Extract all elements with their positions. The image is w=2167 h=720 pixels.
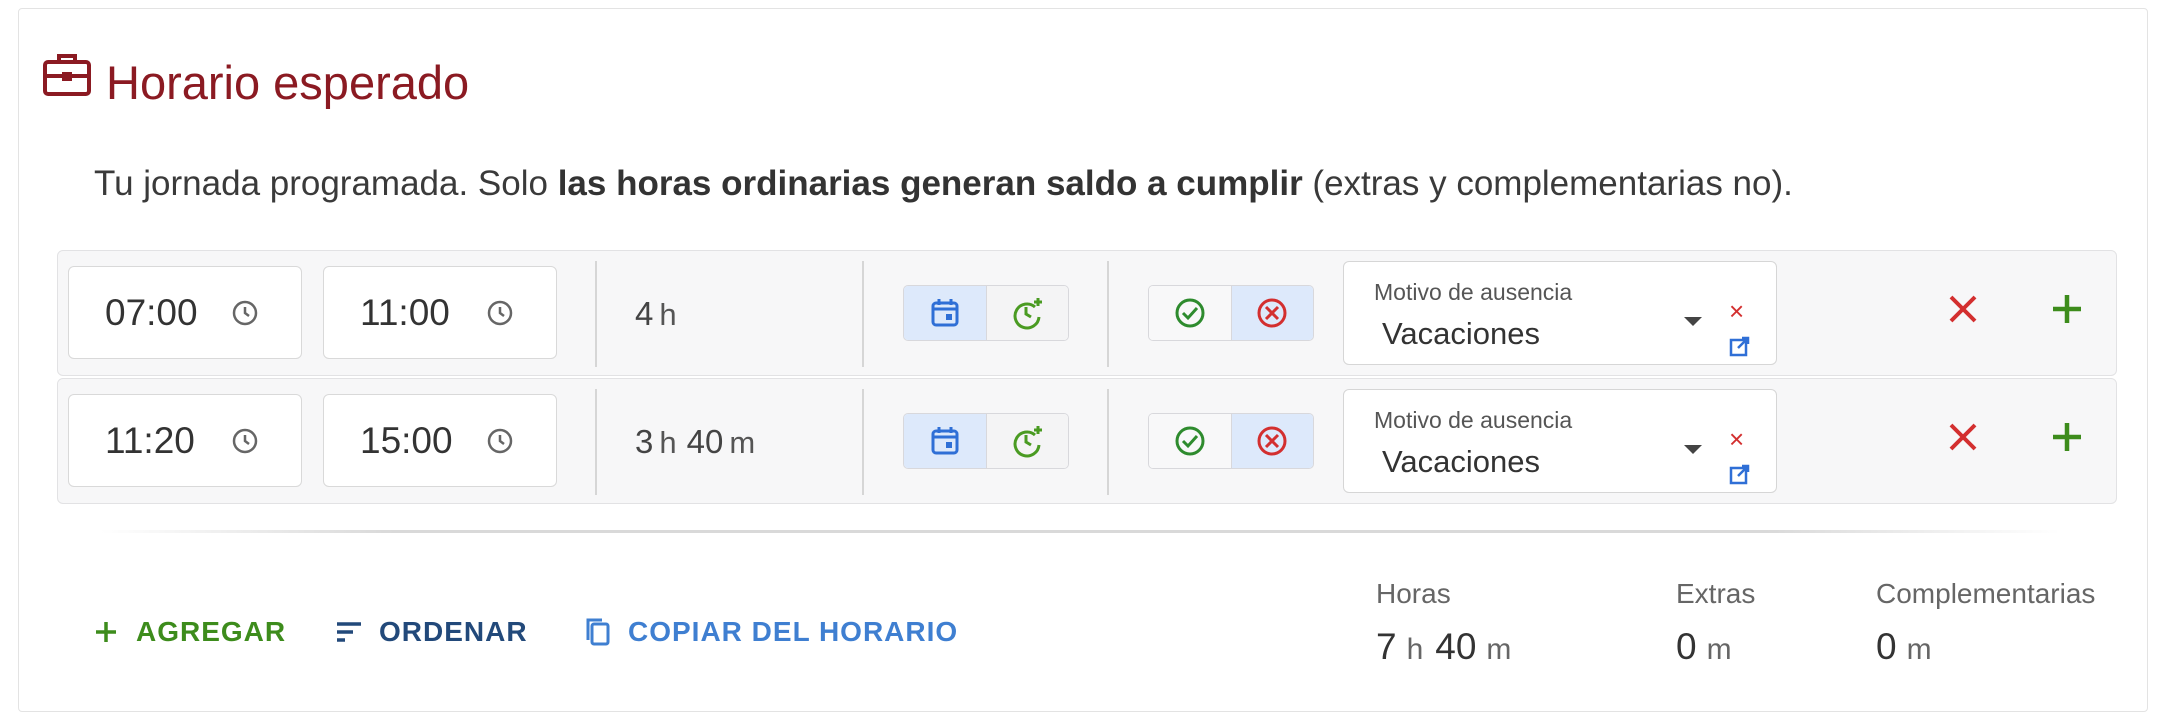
add-row-icon[interactable] bbox=[2045, 287, 2089, 331]
dropdown-caret-icon[interactable] bbox=[1684, 317, 1702, 326]
start-time-input[interactable]: 11:20 bbox=[68, 394, 302, 487]
total-hours: Horas 7 h 40 m bbox=[1376, 578, 1523, 668]
divider bbox=[595, 389, 597, 495]
total-hours-label: Horas bbox=[1376, 578, 1451, 609]
sort-icon bbox=[337, 622, 361, 642]
clock-icon[interactable] bbox=[231, 299, 259, 327]
total-extras-value: 0m bbox=[1676, 626, 1755, 668]
ordinary-hours-option[interactable] bbox=[904, 286, 986, 340]
absent-option[interactable] bbox=[1230, 414, 1313, 468]
start-time-value: 11:20 bbox=[105, 419, 195, 461]
total-hours-h-unit: h bbox=[1406, 633, 1424, 666]
sort-button[interactable]: ORDENAR bbox=[333, 616, 528, 648]
attendance-toggle bbox=[1148, 413, 1314, 469]
total-extras-m-unit: m bbox=[1706, 633, 1732, 666]
absence-reason-value: Vacaciones bbox=[1382, 316, 1540, 351]
absence-reason-select[interactable]: Motivo de ausencia Vacaciones × bbox=[1343, 261, 1777, 365]
extra-hours-option[interactable] bbox=[985, 414, 1068, 468]
add-button-label: AGREGAR bbox=[136, 616, 287, 647]
total-complementary-m-unit: m bbox=[1906, 633, 1932, 666]
calendar-icon bbox=[931, 427, 959, 455]
extra-hours-option[interactable] bbox=[985, 286, 1068, 340]
sort-button-label: ORDENAR bbox=[379, 616, 528, 647]
attendance-toggle bbox=[1148, 285, 1314, 341]
row-duration: 4h bbox=[635, 295, 687, 333]
divider bbox=[1107, 389, 1109, 495]
ordinary-hours-option[interactable] bbox=[904, 414, 986, 468]
check-circle-icon bbox=[1175, 298, 1205, 328]
clear-icon[interactable]: × bbox=[1729, 426, 1744, 452]
divider bbox=[862, 261, 864, 367]
total-hours-m: 40 bbox=[1435, 626, 1477, 667]
check-circle-icon bbox=[1175, 426, 1205, 456]
absence-reason-select[interactable]: Motivo de ausencia Vacaciones × bbox=[1343, 389, 1777, 493]
clock-icon[interactable] bbox=[486, 427, 514, 455]
duration-minutes: 40 bbox=[686, 423, 724, 460]
total-hours-value: 7 h 40 m bbox=[1376, 626, 1523, 668]
copy-icon bbox=[586, 618, 610, 646]
clock-plus-icon bbox=[1013, 298, 1043, 330]
copy-schedule-button[interactable]: COPIAR DEL HORARIO bbox=[582, 616, 958, 648]
delete-row-icon[interactable] bbox=[1941, 415, 1985, 459]
total-extras-m: 0 bbox=[1676, 626, 1697, 667]
clock-icon[interactable] bbox=[231, 427, 259, 455]
divider bbox=[862, 389, 864, 495]
dropdown-caret-icon[interactable] bbox=[1684, 445, 1702, 454]
shift-type-toggle bbox=[903, 285, 1069, 341]
section-description: Tu jornada programada. Solo las horas or… bbox=[94, 164, 1793, 204]
duration-hours: 3 bbox=[635, 423, 654, 460]
cancel-circle-icon bbox=[1257, 426, 1287, 456]
description-text-end: (extras y complementarias no). bbox=[1302, 164, 1793, 203]
end-time-value: 15:00 bbox=[360, 419, 453, 461]
schedule-row: 07:00 11:00 4h Motivo de ausencia Vacaci… bbox=[57, 250, 2117, 376]
open-external-icon[interactable] bbox=[1729, 464, 1750, 485]
duration-hours-unit: h bbox=[659, 297, 677, 332]
absent-option[interactable] bbox=[1230, 286, 1313, 340]
divider bbox=[595, 261, 597, 367]
absence-reason-label: Motivo de ausencia bbox=[1374, 407, 1573, 433]
copy-schedule-label: COPIAR DEL HORARIO bbox=[628, 616, 959, 647]
present-option[interactable] bbox=[1149, 286, 1231, 340]
clock-icon[interactable] bbox=[486, 299, 514, 327]
section-title: Horario esperado bbox=[106, 56, 470, 109]
total-extras: Extras 0m bbox=[1676, 578, 1755, 668]
cancel-circle-icon bbox=[1257, 298, 1287, 328]
row-duration: 3 h 40 m bbox=[635, 423, 765, 461]
total-complementary: Complementarias 0m bbox=[1876, 578, 2095, 668]
section-header: Horario esperado bbox=[42, 52, 469, 106]
total-complementary-label: Complementarias bbox=[1876, 578, 2096, 609]
start-time-value: 07:00 bbox=[105, 291, 198, 333]
end-time-input[interactable]: 11:00 bbox=[323, 266, 557, 359]
clear-icon[interactable]: × bbox=[1729, 298, 1744, 324]
end-time-input[interactable]: 15:00 bbox=[323, 394, 557, 487]
total-complementary-m: 0 bbox=[1876, 626, 1897, 667]
delete-row-icon[interactable] bbox=[1941, 287, 1985, 331]
shift-type-toggle bbox=[903, 413, 1069, 469]
start-time-input[interactable]: 07:00 bbox=[68, 266, 302, 359]
calendar-icon bbox=[931, 299, 959, 327]
total-hours-m-unit: m bbox=[1486, 633, 1512, 666]
total-complementary-value: 0m bbox=[1876, 626, 2095, 668]
description-text: Tu jornada programada. Solo bbox=[94, 164, 558, 203]
present-option[interactable] bbox=[1149, 414, 1231, 468]
section-divider bbox=[100, 530, 2060, 533]
open-external-icon[interactable] bbox=[1729, 336, 1750, 357]
schedule-row: 11:20 15:00 3 h 40 m Motivo de ausencia Vac… bbox=[57, 378, 2117, 504]
duration-hours-unit: h bbox=[659, 425, 677, 460]
absence-reason-value: Vacaciones bbox=[1382, 444, 1540, 479]
end-time-value: 11:00 bbox=[360, 291, 450, 333]
divider bbox=[1107, 261, 1109, 367]
add-row-icon[interactable] bbox=[2045, 415, 2089, 459]
duration-minutes-unit: m bbox=[729, 425, 756, 460]
description-bold: las horas ordinarias generan saldo a cum… bbox=[557, 164, 1303, 203]
duration-hours: 4 bbox=[635, 295, 654, 332]
clock-plus-icon bbox=[1013, 426, 1043, 458]
total-hours-h: 7 bbox=[1376, 626, 1397, 667]
briefcase-icon bbox=[43, 54, 91, 96]
absence-reason-label: Motivo de ausencia bbox=[1374, 279, 1573, 305]
add-button[interactable]: AGREGAR bbox=[90, 616, 286, 648]
total-extras-label: Extras bbox=[1676, 578, 1756, 609]
plus-icon bbox=[96, 622, 116, 642]
